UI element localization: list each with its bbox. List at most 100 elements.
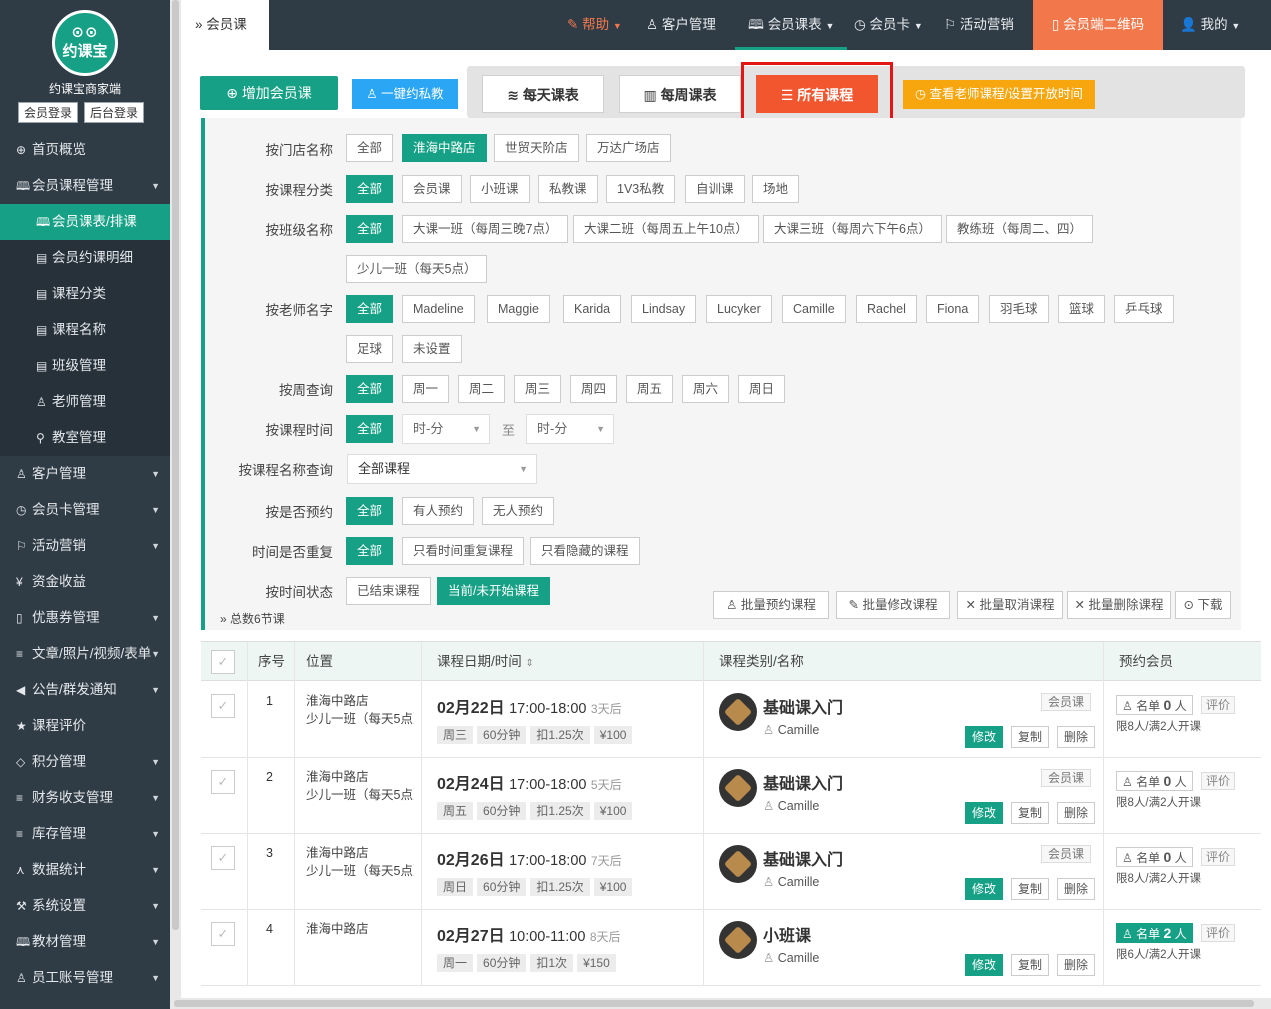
filter-option[interactable]: 周一 bbox=[402, 375, 450, 403]
filter-option[interactable]: 少儿一班（每天5点） bbox=[346, 255, 488, 283]
filter-option[interactable]: 当前/未开始课程 bbox=[437, 577, 550, 605]
filter-option[interactable]: 私教课 bbox=[538, 175, 598, 203]
download-button[interactable]: ⊙ 下载 bbox=[1175, 591, 1231, 619]
filter-option[interactable]: 自训课 bbox=[685, 175, 745, 203]
filter-option[interactable]: Karida bbox=[563, 295, 622, 323]
copy-button[interactable]: 复制 bbox=[1011, 878, 1050, 900]
filter-option[interactable]: Rachel bbox=[856, 295, 917, 323]
filter-option[interactable]: 只看时间重复课程 bbox=[402, 537, 525, 565]
booking-list-button[interactable]: ♙ 名单 0 人 bbox=[1116, 847, 1193, 867]
filter-option[interactable]: 周六 bbox=[682, 375, 730, 403]
filter-option[interactable]: 大课三班（每周六下午6点） bbox=[763, 215, 942, 243]
filter-option[interactable]: 羽毛球 bbox=[989, 295, 1049, 323]
horizontal-scrollbar[interactable] bbox=[170, 998, 1271, 1009]
row-checkbox[interactable]: ✓ bbox=[211, 846, 235, 870]
filter-option[interactable]: 只看隐藏的课程 bbox=[530, 537, 640, 565]
edit-button[interactable]: 修改 bbox=[965, 878, 1004, 900]
batch-cancel-button[interactable]: ✕ 批量取消课程 bbox=[957, 591, 1063, 619]
sidebar-item[interactable]: ★ 课程评价 bbox=[0, 708, 170, 744]
filter-option[interactable]: 有人预约 bbox=[402, 497, 475, 525]
sidebar-item[interactable]: ≡ 库存管理 ▼ bbox=[0, 816, 170, 852]
rate-button[interactable]: 评价 bbox=[1201, 924, 1236, 942]
sidebar-item[interactable]: ▯ 优惠券管理 ▼ bbox=[0, 600, 170, 636]
filter-option[interactable]: 会员课 bbox=[402, 175, 462, 203]
filter-option[interactable]: 周五 bbox=[626, 375, 674, 403]
delete-button[interactable]: 删除 bbox=[1057, 726, 1096, 748]
batch-delete-button[interactable]: ✕ 批量删除课程 bbox=[1067, 591, 1171, 619]
filter-option[interactable]: Lindsay bbox=[631, 295, 697, 323]
course-name-select[interactable]: 全部课程 ▼ bbox=[347, 454, 537, 484]
filter-option[interactable]: 周二 bbox=[458, 375, 506, 403]
sidebar-item[interactable]: ≡ 财务收支管理 ▼ bbox=[0, 780, 170, 816]
rate-button[interactable]: 评价 bbox=[1201, 772, 1236, 790]
row-checkbox[interactable]: ✓ bbox=[211, 694, 235, 718]
rate-button[interactable]: 评价 bbox=[1201, 848, 1236, 866]
filter-option[interactable]: 全部 bbox=[346, 134, 394, 162]
sidebar-item[interactable]: ▤ 课程名称 bbox=[0, 312, 170, 348]
help-menu[interactable]: ✎ 帮助 ▼ bbox=[567, 0, 622, 50]
edit-button[interactable]: 修改 bbox=[965, 802, 1004, 824]
sidebar-item[interactable]: 🕮 会员课程管理 ▼ bbox=[0, 168, 170, 204]
sidebar-item[interactable]: ⚲ 教室管理 bbox=[0, 420, 170, 456]
sidebar-item[interactable]: 🕮 教材管理 ▼ bbox=[0, 924, 170, 960]
member-login-button[interactable]: 会员登录 bbox=[18, 102, 79, 123]
sidebar-item[interactable]: ⚐ 活动营销 ▼ bbox=[0, 528, 170, 564]
sidebar-scrollbar[interactable] bbox=[170, 0, 181, 1009]
sidebar-item[interactable]: ≡ 文章/照片/视频/表单 ▼ bbox=[0, 636, 170, 672]
filter-option[interactable]: 大课一班（每周三晚7点） bbox=[402, 215, 569, 243]
schedule-menu[interactable]: 🕮 会员课表 ▼ bbox=[735, 0, 848, 50]
time-select[interactable]: 时-分 ▼ bbox=[526, 414, 614, 444]
sidebar-item[interactable]: ▤ 会员约课明细 bbox=[0, 240, 170, 276]
cards-menu[interactable]: ◷ 会员卡 ▼ bbox=[854, 0, 923, 50]
filter-option[interactable]: 1V3私教 bbox=[606, 175, 676, 203]
sidebar-item[interactable]: ◷ 会员卡管理 ▼ bbox=[0, 492, 170, 528]
filter-option[interactable]: Madeline bbox=[402, 295, 475, 323]
sidebar-item[interactable]: ◇ 积分管理 ▼ bbox=[0, 744, 170, 780]
sidebar-item[interactable]: ♙ 客户管理 ▼ bbox=[0, 456, 170, 492]
edit-button[interactable]: 修改 bbox=[965, 726, 1004, 748]
sidebar-item[interactable]: ⊕ 首页概览 bbox=[0, 132, 170, 168]
sidebar-item[interactable]: ▤ 班级管理 bbox=[0, 348, 170, 384]
teacher-schedule-button[interactable]: ◷ 查看老师课程/设置开放时间 bbox=[903, 80, 1095, 109]
filter-option[interactable]: 场地 bbox=[752, 175, 800, 203]
filter-option[interactable]: 全部 bbox=[346, 175, 394, 203]
filter-option[interactable]: 周三 bbox=[514, 375, 562, 403]
row-checkbox[interactable]: ✓ bbox=[211, 922, 235, 946]
filter-option[interactable]: 全部 bbox=[346, 215, 394, 243]
filter-option[interactable]: 小班课 bbox=[470, 175, 530, 203]
admin-login-button[interactable]: 后台登录 bbox=[84, 102, 145, 123]
sidebar-item[interactable]: ♙ 老师管理 bbox=[0, 384, 170, 420]
filter-option[interactable]: Lucyker bbox=[706, 295, 772, 323]
copy-button[interactable]: 复制 bbox=[1011, 802, 1050, 824]
filter-option[interactable]: 全部 bbox=[346, 497, 394, 525]
tab-daily[interactable]: ≋ 每天课表 bbox=[482, 75, 604, 113]
sidebar-item[interactable]: ◀ 公告/群发通知 ▼ bbox=[0, 672, 170, 708]
filter-option[interactable]: 全部 bbox=[346, 295, 394, 323]
filter-option[interactable]: 无人预约 bbox=[482, 497, 555, 525]
booking-list-button[interactable]: ♙ 名单 0 人 bbox=[1116, 771, 1193, 791]
sidebar-item[interactable]: ▤ 课程分类 bbox=[0, 276, 170, 312]
filter-option[interactable]: Maggie bbox=[487, 295, 550, 323]
filter-option[interactable]: 世贸天阶店 bbox=[494, 134, 579, 162]
filter-option[interactable]: 篮球 bbox=[1058, 295, 1106, 323]
select-all-checkbox[interactable]: ✓ bbox=[211, 650, 235, 674]
filter-option[interactable]: 全部 bbox=[346, 537, 394, 565]
filter-option[interactable]: 万达广场店 bbox=[586, 134, 671, 162]
col-date[interactable]: 课程日期/时间 ⇕ bbox=[437, 642, 534, 684]
sidebar-item[interactable]: ⋏ 数据统计 ▼ bbox=[0, 852, 170, 888]
copy-button[interactable]: 复制 bbox=[1011, 954, 1050, 976]
sidebar-item[interactable]: ♙ 员工账号管理 ▼ bbox=[0, 960, 170, 996]
filter-option[interactable]: 全部 bbox=[346, 375, 394, 403]
edit-button[interactable]: 修改 bbox=[965, 954, 1004, 976]
time-all-option[interactable]: 全部 bbox=[346, 415, 394, 443]
delete-button[interactable]: 删除 bbox=[1057, 878, 1096, 900]
tab-weekly[interactable]: ▥ 每周课表 bbox=[619, 75, 741, 113]
filter-option[interactable]: 足球 bbox=[346, 335, 394, 363]
booking-list-button[interactable]: ♙ 名单 0 人 bbox=[1116, 695, 1193, 715]
batch-edit-button[interactable]: ✎ 批量修改课程 bbox=[836, 591, 950, 619]
sidebar-item[interactable]: ¥ 资金收益 bbox=[0, 564, 170, 600]
booking-list-button[interactable]: ♙ 名单 2 人 bbox=[1116, 923, 1193, 943]
filter-option[interactable]: 未设置 bbox=[402, 335, 462, 363]
sidebar-item[interactable]: ⚒ 系统设置 ▼ bbox=[0, 888, 170, 924]
filter-option[interactable]: 周四 bbox=[570, 375, 618, 403]
